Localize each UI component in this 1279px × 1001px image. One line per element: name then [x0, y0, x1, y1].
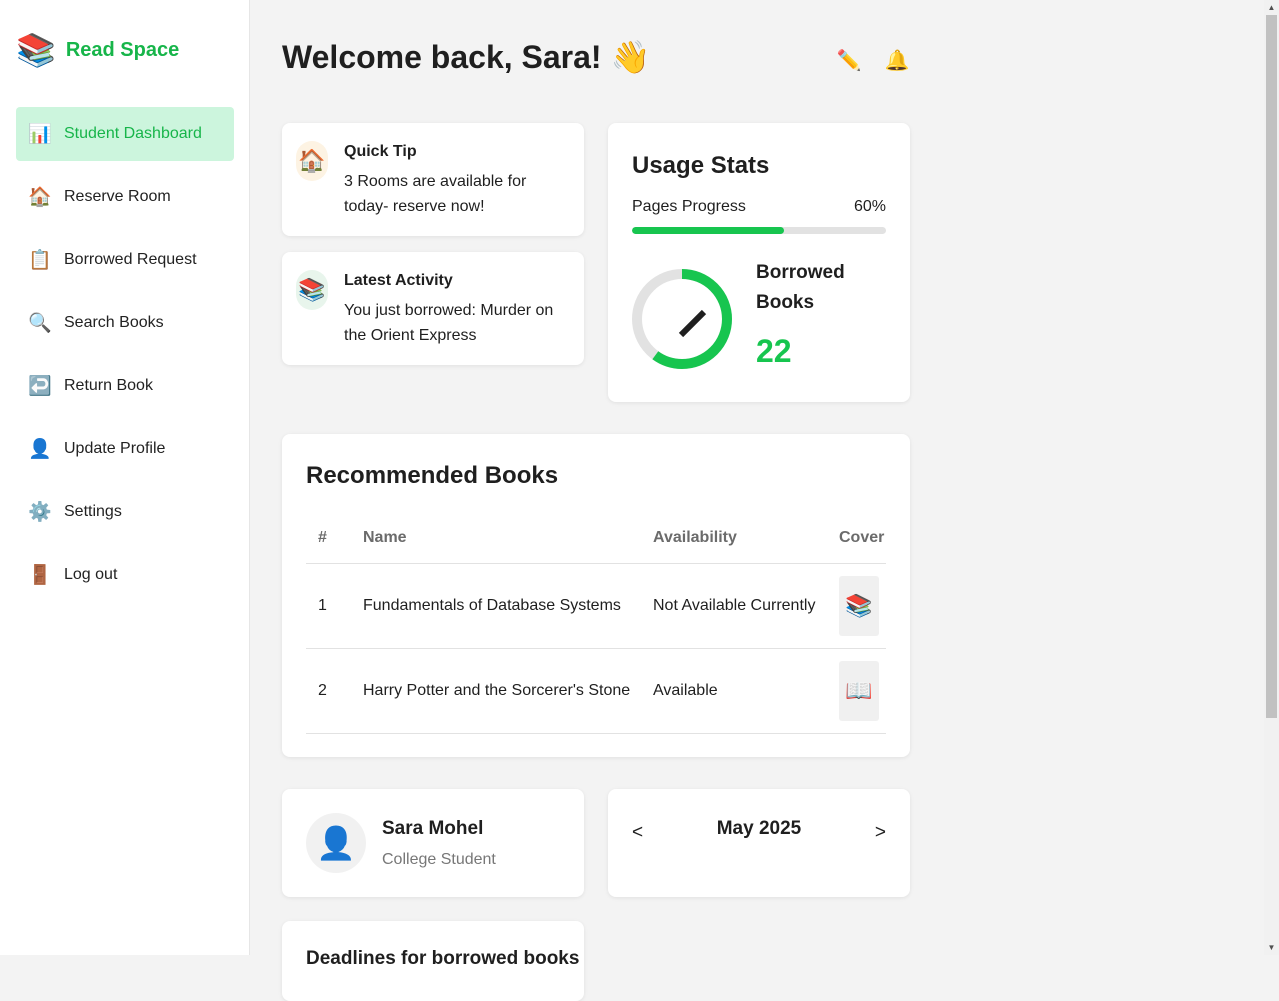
- progress-bar-fill: [632, 227, 785, 234]
- borrowed-books-count: 22: [756, 333, 792, 369]
- scrollbar-thumb[interactable]: [1266, 15, 1277, 718]
- progress-label: Pages Progress: [632, 198, 746, 215]
- quick-tip-body: 3 Rooms are available for today- reserve…: [344, 173, 527, 215]
- sidebar-item-log-out[interactable]: 🚪 Log out: [16, 548, 234, 602]
- col-number: #: [306, 513, 363, 564]
- calendar-card: < May 2025 >: [608, 789, 910, 897]
- calendar-next-button[interactable]: >: [875, 822, 886, 844]
- col-availability: Availability: [653, 513, 839, 564]
- sidebar-item-label: Reserve Room: [64, 188, 171, 205]
- table-header-row: # Name Availability Cover: [306, 513, 886, 564]
- sidebar-item-student-dashboard[interactable]: 📊 Student Dashboard: [16, 107, 234, 161]
- sidebar-item-update-profile[interactable]: 👤 Update Profile: [16, 422, 234, 476]
- sidebar-item-label: Student Dashboard: [64, 125, 202, 142]
- table-row[interactable]: 2 Harry Potter and the Sorcerer's Stone …: [306, 648, 886, 734]
- sidebar-item-label: Return Book: [64, 377, 153, 394]
- search-icon: 🔍: [28, 313, 52, 334]
- avatar[interactable]: 👤: [306, 813, 366, 873]
- deadlines-card: Deadlines for borrowed books: [282, 921, 584, 1001]
- book-cover-image[interactable]: 📖: [839, 661, 879, 721]
- books-icon: 📚: [16, 32, 56, 68]
- sidebar: 📚 Read Space 📊 Student Dashboard 🏠 Reser…: [0, 0, 250, 955]
- recommended-books-table: # Name Availability Cover 1 Fundamentals…: [306, 513, 886, 734]
- brand[interactable]: 📚 Read Space: [16, 30, 179, 70]
- books-icon: 📚: [296, 270, 328, 310]
- scroll-up-icon[interactable]: ▲: [1264, 0, 1279, 15]
- calendar-month: May 2025: [716, 818, 802, 839]
- borrowed-books-label: Borrowed Books: [756, 262, 845, 313]
- table-row[interactable]: 1 Fundamentals of Database Systems Not A…: [306, 563, 886, 649]
- profile-name: Sara Mohel: [382, 818, 484, 839]
- house-icon: 🏠: [296, 141, 328, 181]
- bell-icon[interactable]: 🔔: [884, 48, 910, 73]
- header-actions: ✏️ 🔔: [836, 48, 910, 73]
- sidebar-item-reserve-room[interactable]: 🏠 Reserve Room: [16, 170, 234, 224]
- borrowed-donut-chart: [632, 269, 732, 369]
- pencil-icon[interactable]: ✏️: [836, 48, 862, 73]
- book-name: Fundamentals of Database Systems: [363, 563, 653, 649]
- book-name: Harry Potter and the Sorcerer's Stone: [363, 648, 653, 734]
- sidebar-item-label: Borrowed Request: [64, 251, 197, 268]
- recommended-books-title: Recommended Books: [306, 462, 559, 489]
- chart-icon: 📊: [28, 124, 52, 145]
- scrollbar[interactable]: ▲ ▼: [1264, 0, 1279, 955]
- sidebar-item-search-books[interactable]: 🔍 Search Books: [16, 296, 234, 350]
- return-icon: ↩️: [28, 376, 52, 397]
- row-number: 1: [306, 563, 363, 649]
- progress-bar: [632, 227, 886, 234]
- latest-activity-card: 📚 Latest Activity You just borrowed: Mur…: [282, 252, 584, 365]
- clipboard-icon: 📋: [28, 250, 52, 271]
- cover-cell: 📚: [839, 563, 886, 649]
- usage-stats-title: Usage Stats: [632, 152, 770, 179]
- house-icon: 🏠: [28, 187, 52, 208]
- sidebar-item-label: Update Profile: [64, 440, 166, 457]
- book-availability: Not Available Currently: [653, 563, 839, 649]
- latest-activity-body: You just borrowed: Murder on the Orient …: [344, 302, 554, 344]
- gear-icon: ⚙️: [28, 502, 52, 523]
- col-cover: Cover: [839, 513, 886, 564]
- row-number: 2: [306, 648, 363, 734]
- quick-tip-card: 🏠 Quick Tip 3 Rooms are available for to…: [282, 123, 584, 236]
- book-availability: Available: [653, 648, 839, 734]
- sidebar-item-borrowed-request[interactable]: 📋 Borrowed Request: [16, 233, 234, 287]
- user-icon: 👤: [28, 439, 52, 460]
- recommended-books-card: Recommended Books # Name Availability Co…: [282, 434, 910, 757]
- sidebar-item-return-book[interactable]: ↩️ Return Book: [16, 359, 234, 413]
- profile-card: 👤 Sara Mohel College Student: [282, 789, 584, 897]
- col-name: Name: [363, 513, 653, 564]
- book-cover-image[interactable]: 📚: [839, 576, 879, 636]
- sidebar-item-label: Settings: [64, 503, 122, 520]
- scroll-down-icon[interactable]: ▼: [1264, 940, 1279, 955]
- profile-role: College Student: [382, 851, 496, 868]
- quick-tip-title: Quick Tip: [344, 143, 417, 160]
- sidebar-item-settings[interactable]: ⚙️ Settings: [16, 485, 234, 539]
- cover-cell: 📖: [839, 648, 886, 734]
- donut-needle: [678, 309, 707, 338]
- page-title: Welcome back, Sara! 👋: [282, 39, 651, 75]
- latest-activity-title: Latest Activity: [344, 272, 453, 289]
- deadlines-title: Deadlines for borrowed books: [306, 948, 580, 969]
- usage-stats-card: Usage Stats Pages Progress 60% Borrowed …: [608, 123, 910, 402]
- progress-value: 60%: [853, 198, 886, 215]
- sidebar-item-label: Log out: [64, 566, 118, 583]
- sidebar-nav: 📊 Student Dashboard 🏠 Reserve Room 📋 Bor…: [16, 107, 234, 611]
- brand-name: Read Space: [65, 38, 180, 61]
- door-icon: 🚪: [28, 565, 52, 586]
- sidebar-item-label: Search Books: [64, 314, 164, 331]
